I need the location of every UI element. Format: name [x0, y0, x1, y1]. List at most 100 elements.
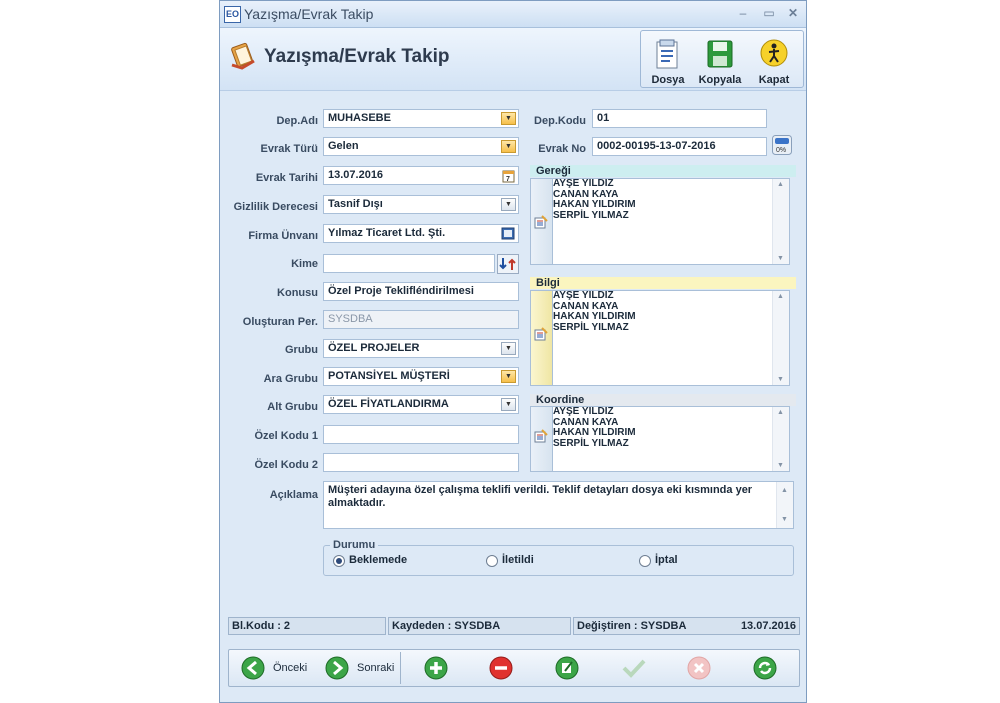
evrak-turu-value: Gelen [328, 140, 359, 152]
alt-grubu-select[interactable]: ÖZEL FİYATLANDIRMA ▼ [323, 395, 519, 414]
dep-adi-label: Dep.Adı [276, 115, 318, 127]
list-item[interactable]: HAKAN YILDIRIM [553, 427, 636, 439]
firma-field[interactable]: Yılmaz Ticaret Ltd. Şti. [323, 224, 519, 243]
koordine-items: AYŞE YILDIZ CANAN KAYA HAKAN YILDIRIM SE… [553, 406, 636, 450]
list-item[interactable]: SERPİL YILMAZ [553, 210, 636, 222]
geregi-scrollbar[interactable]: ▲ ▼ [772, 179, 789, 264]
edit-list-icon [534, 429, 548, 443]
svg-text:0%: 0% [776, 147, 786, 154]
list-item[interactable]: SERPİL YILMAZ [553, 322, 636, 334]
previous-button[interactable]: Önceki [241, 656, 321, 680]
list-item[interactable]: HAKAN YILDIRIM [553, 199, 636, 211]
dep-kodu-value: 01 [597, 112, 610, 124]
status-date: 13.07.2016 [740, 620, 796, 632]
bilgi-header: Bilgi [530, 277, 796, 289]
alt-grubu-label: Alt Grubu [267, 401, 318, 413]
svg-text:7: 7 [506, 176, 510, 183]
ozel-kodu1-field[interactable] [323, 425, 519, 444]
grubu-select[interactable]: ÖZEL PROJELER ▼ [323, 339, 519, 358]
close-form-button[interactable]: Kapat [749, 34, 799, 88]
koordine-side-button[interactable] [531, 407, 553, 471]
select-recipient-icon[interactable] [497, 254, 519, 274]
dep-kodu-field[interactable]: 01 [592, 109, 767, 128]
radio-iptal-circle[interactable] [639, 555, 651, 567]
status-bl-kodu: Bl.Kodu : 2 [228, 617, 386, 635]
confirm-check-icon [622, 659, 646, 678]
aciklama-textarea[interactable]: Müşteri adayına özel çalışma teklifi ver… [323, 481, 794, 529]
olusturan-value: SYSDBA [328, 313, 373, 325]
olusturan-field: SYSDBA [323, 310, 519, 329]
file-button[interactable]: Dosya [643, 34, 693, 88]
radio-iletildi-label: İletildi [502, 554, 534, 566]
toolbar: Dosya Kopyala Kapat [640, 30, 804, 88]
ozel-kodu2-field[interactable] [323, 453, 519, 472]
cancel-icon [687, 656, 711, 680]
edit-icon[interactable] [555, 656, 579, 680]
ara-grubu-select[interactable]: POTANSİYEL MÜŞTERİ ▼ [323, 367, 519, 386]
radio-iletildi-circle[interactable] [486, 555, 498, 567]
bilgi-list[interactable]: AYŞE YILDIZ CANAN KAYA HAKAN YILDIRIM SE… [530, 290, 790, 386]
window-title: Yazışma/Evrak Takip [244, 6, 374, 22]
file-button-label: Dosya [651, 74, 685, 86]
koordine-list[interactable]: AYŞE YILDIZ CANAN KAYA HAKAN YILDIRIM SE… [530, 406, 790, 472]
next-button[interactable]: Sonraki [325, 656, 405, 680]
arrow-left-icon [241, 656, 265, 680]
aciklama-label: Açıklama [269, 489, 318, 501]
radio-beklemede-label: Beklemede [349, 554, 408, 566]
save-disk-icon [707, 40, 733, 68]
refresh-icon[interactable] [753, 656, 777, 680]
firma-value: Yılmaz Ticaret Ltd. Şti. [328, 227, 446, 239]
add-icon[interactable] [424, 656, 448, 680]
close-window-button[interactable]: ✕ [784, 5, 802, 21]
status-degistiren-text: Değiştiren : SYSDBA [577, 620, 687, 632]
bilgi-scrollbar[interactable]: ▲ ▼ [772, 291, 789, 385]
alt-grubu-value: ÖZEL FİYATLANDIRMA [328, 398, 449, 410]
navigation-bar: Önceki Sonraki [228, 649, 800, 687]
list-item[interactable]: SERPİL YILMAZ [553, 438, 636, 450]
chevron-down-icon[interactable]: ▼ [501, 342, 516, 355]
radio-iptal-label: İptal [655, 554, 678, 566]
gizlilik-select[interactable]: Tasnif Dışı ▼ [323, 195, 519, 214]
koordine-header: Koordine [530, 394, 796, 406]
copy-button[interactable]: Kopyala [695, 34, 745, 88]
status-degistiren: Değiştiren : SYSDBA 13.07.2016 [573, 617, 800, 635]
arrow-right-icon [325, 656, 349, 680]
konusu-field[interactable]: Özel Proje Teklifléndirilmesi [323, 282, 519, 301]
maximize-button[interactable]: ▭ [760, 5, 778, 21]
chevron-down-icon[interactable]: ▼ [501, 370, 516, 383]
minimize-button[interactable]: – [734, 5, 752, 21]
bilgi-items: AYŞE YILDIZ CANAN KAYA HAKAN YILDIRIM SE… [553, 290, 636, 334]
geregi-list[interactable]: AYŞE YILDIZ CANAN KAYA HAKAN YILDIRIM SE… [530, 178, 790, 265]
koordine-scrollbar[interactable]: ▲ ▼ [772, 407, 789, 471]
title-bar: EO Yazışma/Evrak Takip – ▭ ✕ [220, 1, 806, 28]
grubu-label: Grubu [285, 344, 318, 356]
delete-icon[interactable] [489, 656, 513, 680]
konusu-value: Özel Proje Teklifléndirilmesi [328, 285, 474, 297]
ara-grubu-value: POTANSİYEL MÜŞTERİ [328, 370, 450, 382]
calendar-icon[interactable]: 7 [502, 169, 515, 183]
ozel-kodu1-label: Özel Kodu 1 [254, 430, 318, 442]
evrak-tarihi-label: Evrak Tarihi [255, 172, 318, 184]
bilgi-side-button[interactable] [531, 291, 553, 385]
list-item[interactable]: AYŞE YILDIZ [553, 178, 636, 190]
status-kaydeden: Kaydeden : SYSDBA [388, 617, 571, 635]
app-icon: EO [224, 6, 241, 23]
chevron-down-icon[interactable]: ▼ [501, 198, 516, 211]
radio-beklemede-circle[interactable] [333, 555, 345, 567]
lookup-book-icon[interactable] [501, 227, 515, 240]
geregi-side-button[interactable] [531, 179, 553, 264]
page-title: Yazışma/Evrak Takip [264, 46, 450, 67]
geregi-header: Gereği [530, 165, 796, 177]
kime-field[interactable] [323, 254, 495, 273]
dep-adi-value: MUHASEBE [328, 112, 391, 124]
list-item[interactable]: AYŞE YILDIZ [553, 406, 636, 418]
chevron-down-icon[interactable]: ▼ [501, 398, 516, 411]
evrak-no-field[interactable]: 0002-00195-13-07-2016 [592, 137, 767, 156]
evrak-tarihi-field[interactable]: 13.07.2016 7 [323, 166, 519, 185]
exit-person-icon [760, 39, 788, 67]
list-item[interactable]: HAKAN YILDIRIM [553, 311, 636, 323]
list-item[interactable]: AYŞE YILDIZ [553, 290, 636, 302]
previous-label: Önceki [273, 662, 308, 674]
numbering-icon[interactable]: 0% [772, 135, 792, 155]
aciklama-scrollbar[interactable]: ▲ ▼ [776, 482, 793, 528]
